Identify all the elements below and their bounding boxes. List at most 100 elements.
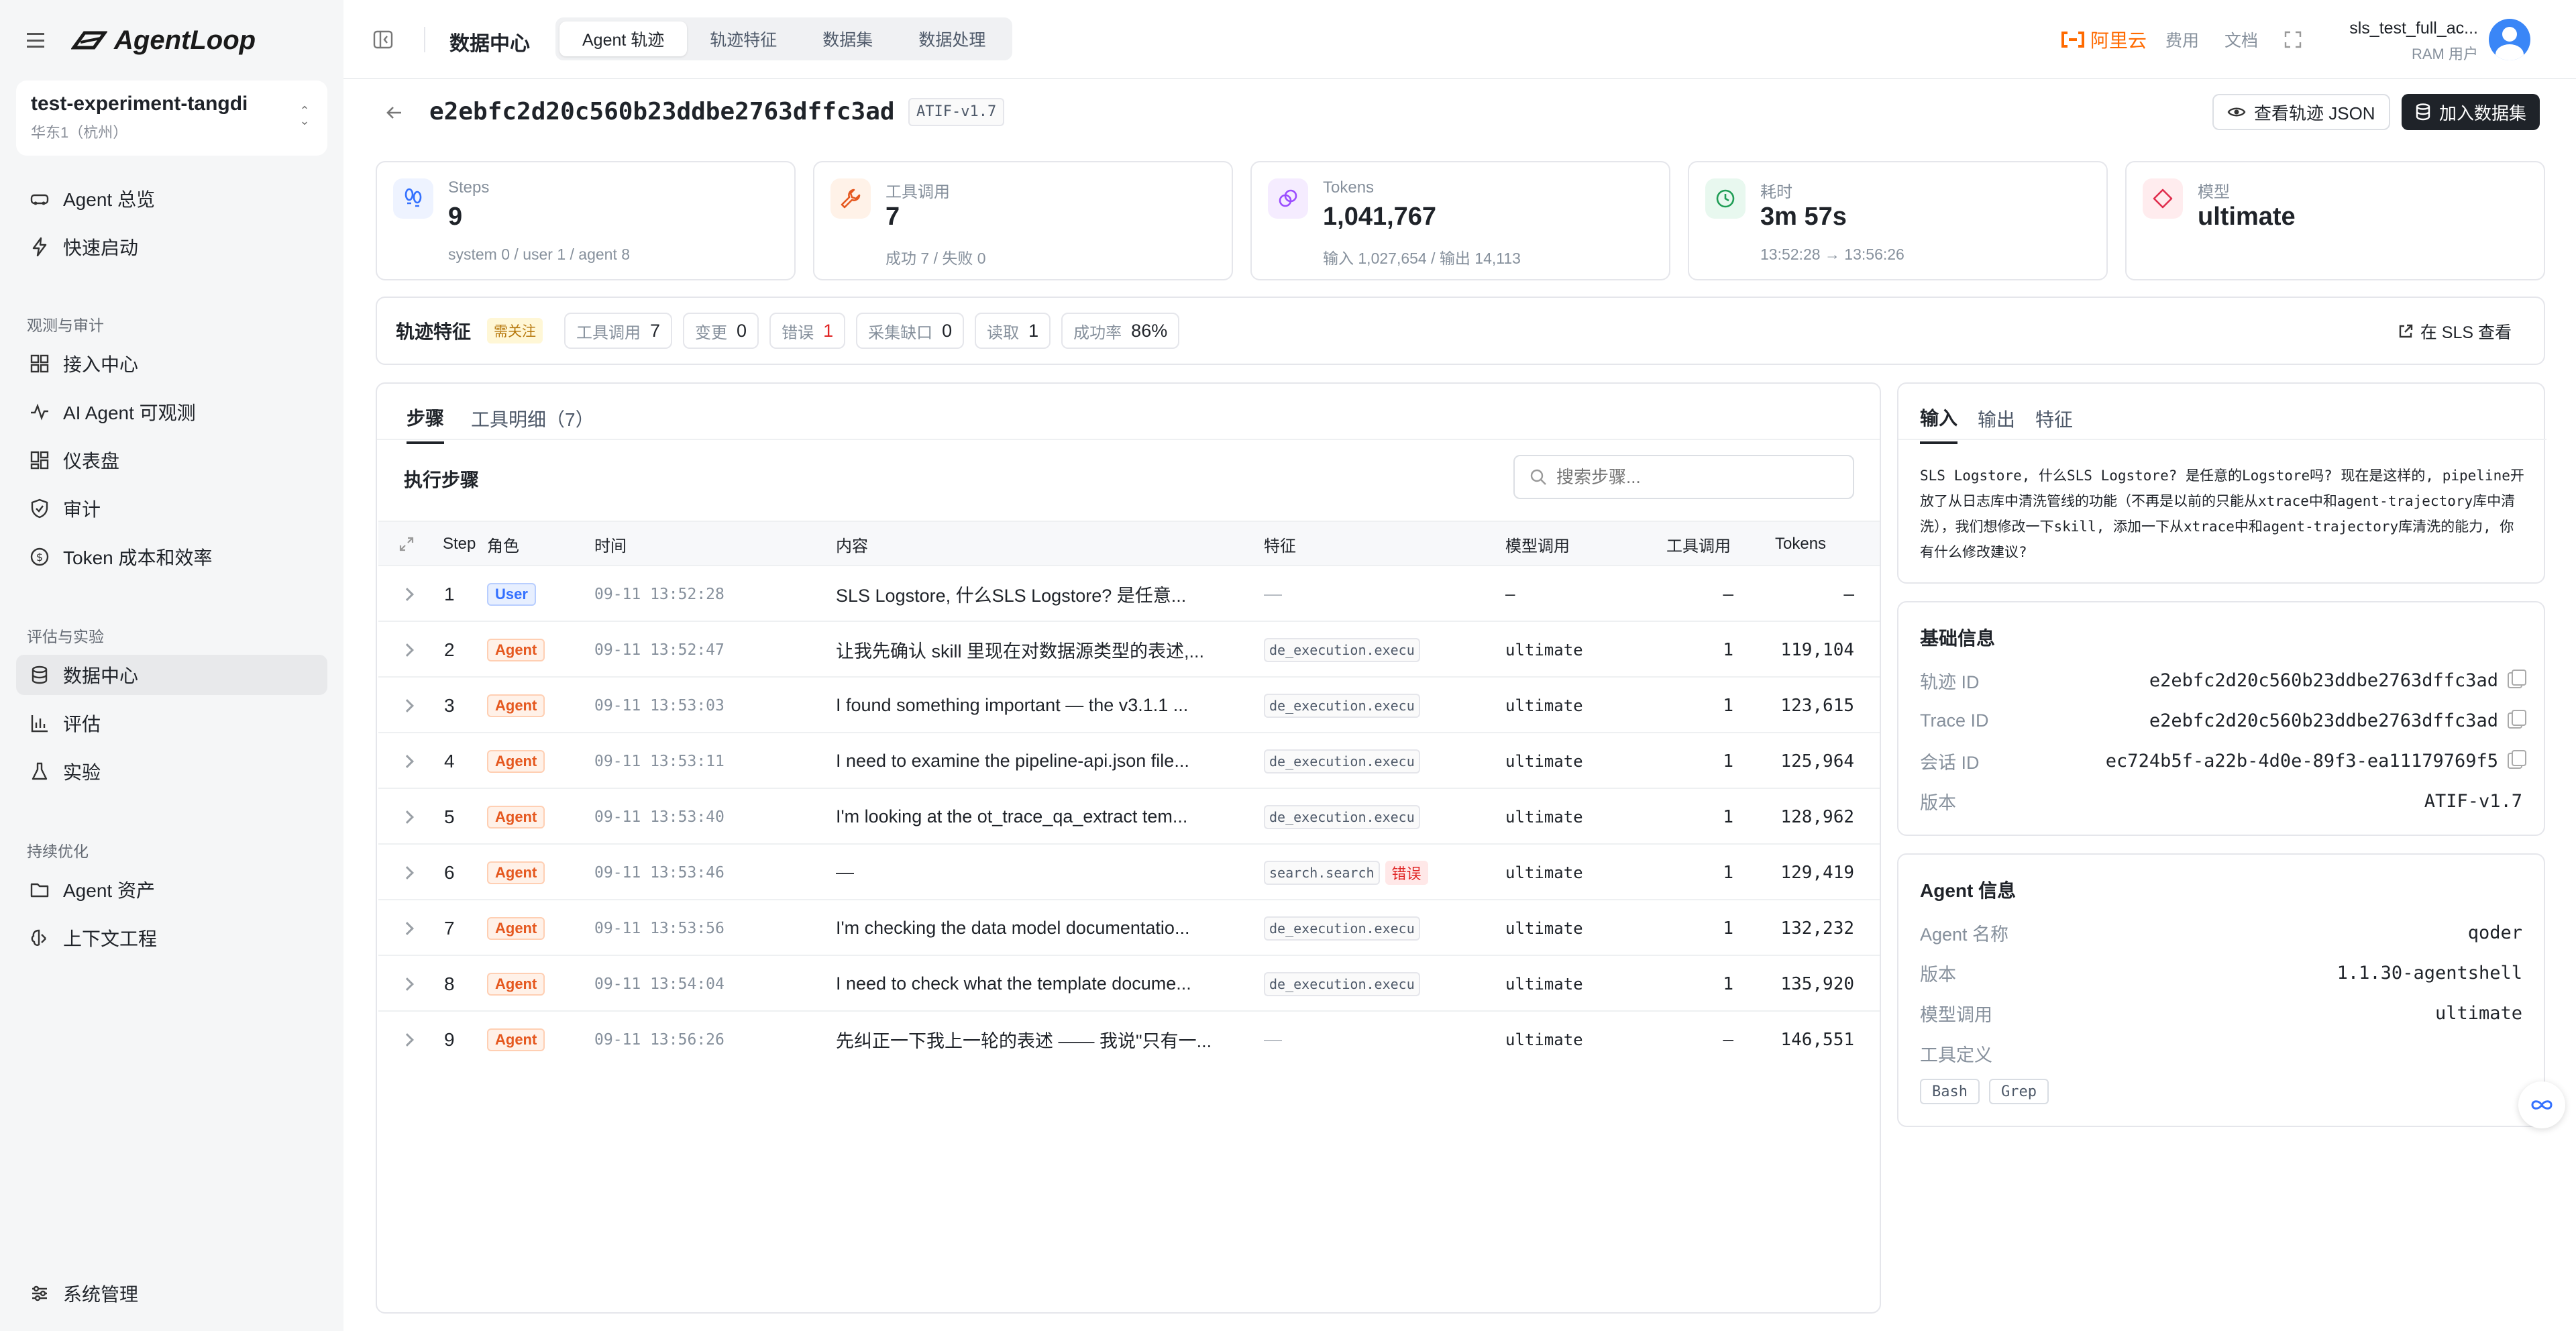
stat-card-model: 模型 ultimate <box>2125 161 2545 280</box>
nav-context-eng[interactable]: 上下文工程 <box>16 918 327 958</box>
table-row[interactable]: 5 Agent 09-11 13:53:40 I'm looking at the o… <box>378 788 1880 843</box>
step-tokens: 146,551 <box>1780 1029 1854 1050</box>
chevron-right-icon[interactable] <box>400 1012 414 1067</box>
error-badge: 错误 <box>1385 860 1428 885</box>
table-row[interactable]: 3 Agent 09-11 13:53:03 I found something im… <box>378 676 1880 732</box>
sidebar-toggle-icon[interactable] <box>373 30 393 50</box>
tab-feature[interactable]: 特征 <box>2035 405 2073 443</box>
cloud-name: 阿里云 <box>2090 30 2147 51</box>
nav-section-observe: 观测与审计 <box>27 317 104 334</box>
table-row[interactable]: 4 Agent 09-11 13:53:11 I need to examine th… <box>378 732 1880 788</box>
tab-input[interactable]: 输入 <box>1920 404 1958 444</box>
assistant-float-button[interactable] <box>2518 1081 2565 1128</box>
nav-quickstart[interactable]: 快速启动 <box>16 227 327 267</box>
role-badge: Agent <box>487 638 545 661</box>
nav-ai-observe[interactable]: AI Agent 可观测 <box>16 392 327 432</box>
nav-dashboard[interactable]: 仪表盘 <box>16 440 327 480</box>
logo-icon <box>71 31 107 50</box>
step-number: 3 <box>444 694 455 716</box>
step-tokens: 125,964 <box>1780 751 1854 771</box>
features-bar: 轨迹特征 需关注 工具调用 7 变更 0 错误 1 采集缺口 0 读取 1 成功率 86% … <box>376 297 2545 365</box>
tab-agent-trace[interactable]: Agent 轨迹 <box>559 21 688 56</box>
step-features: de_execution.execu <box>1264 678 1420 733</box>
cloud-brand[interactable]: 阿里云 <box>2059 0 2147 79</box>
back-arrow-icon[interactable] <box>385 103 404 122</box>
nav-data-center[interactable]: 数据中心 <box>16 655 327 695</box>
copy-icon[interactable] <box>2508 750 2526 769</box>
nav-agent-assets[interactable]: Agent 资产 <box>16 869 327 910</box>
chip-reads: 读取 1 <box>975 313 1051 349</box>
chevron-right-icon[interactable] <box>400 622 414 678</box>
tab-steps[interactable]: 步骤 <box>407 404 445 444</box>
tab-trace-features[interactable]: 轨迹特征 <box>687 21 800 56</box>
project-selector[interactable]: test-experiment-tangdi 华东1（杭州） ⌃ ⌄ <box>16 81 327 156</box>
input-panel: 输入 输出 特征 SLS Logstore, 什么SLS Logstore? 是… <box>1897 382 2546 584</box>
role-badge: Agent <box>487 749 545 773</box>
fee-link[interactable]: 费用 <box>2165 0 2199 79</box>
nav-label: 实验 <box>63 762 101 783</box>
tab-data-processing[interactable]: 数据处理 <box>896 21 1008 56</box>
divider <box>1898 439 2546 440</box>
stat-sub: 成功 7 / 失败 0 <box>885 250 986 267</box>
nav-system[interactable]: 系统管理 <box>16 1273 327 1314</box>
dashboard-icon <box>30 451 49 470</box>
nav-experiment[interactable]: 实验 <box>16 751 327 792</box>
search-input[interactable] <box>1556 466 1838 488</box>
car-icon <box>30 194 49 205</box>
view-json-label: 查看轨迹 JSON <box>2254 103 2375 123</box>
search-steps-box[interactable] <box>1513 455 1854 499</box>
brand: AgentLoop <box>27 21 256 59</box>
agent-info-panel: Agent 信息 Agent 名称 qoder 版本 1.1.30-agentshe… <box>1897 853 2545 1127</box>
bar-chart-icon <box>31 715 48 733</box>
tab-tool-details[interactable]: 工具明细（7） <box>471 405 594 443</box>
table-row[interactable]: 8 Agent 09-11 13:54:04 I need to check what… <box>378 955 1880 1010</box>
chevron-right-icon[interactable] <box>400 678 414 733</box>
docs-link[interactable]: 文档 <box>2224 0 2258 79</box>
table-row[interactable]: 9 Agent 09-11 13:56:26 先纠正一下我上一轮的表述 —— 我说"只… <box>378 1010 1880 1066</box>
step-tokens: 129,419 <box>1780 862 1854 883</box>
chevron-right-icon[interactable] <box>400 789 414 845</box>
table-row[interactable]: 1 User 09-11 13:52:28 SLS Logstore, 什么SLS L… <box>378 565 1880 621</box>
stat-label: Steps <box>448 178 490 197</box>
feature-tag: de_execution.execu <box>1264 804 1420 829</box>
chevron-right-icon[interactable] <box>400 845 414 900</box>
step-tokens: 135,920 <box>1780 973 1854 994</box>
step-time: 09-11 13:53:46 <box>594 863 724 882</box>
chevron-right-icon[interactable] <box>400 733 414 789</box>
divider <box>424 27 425 52</box>
table-row[interactable]: 7 Agent 09-11 13:53:56 I'm checking the dat… <box>378 899 1880 955</box>
tab-dataset[interactable]: 数据集 <box>800 21 896 56</box>
steps-panel: 步骤 工具明细（7） 执行步骤 Step 角色 时间 内容 特征 模型调用 工具… <box>376 382 1881 1314</box>
steps-tabs: 步骤 工具明细（7） <box>407 404 621 444</box>
brand-name: AgentLoop <box>114 25 256 55</box>
nav-token-cost[interactable]: $ Token 成本和效率 <box>16 537 327 577</box>
copy-icon[interactable] <box>2508 670 2526 688</box>
nav-audit[interactable]: 审计 <box>16 488 327 529</box>
feature-tag: de_execution.execu <box>1264 971 1420 996</box>
menu-icon[interactable] <box>27 33 44 48</box>
table-row[interactable]: 6 Agent 09-11 13:53:46 — search.search 错误 ulti… <box>378 843 1880 899</box>
copy-icon[interactable] <box>2508 710 2526 729</box>
add-dataset-button[interactable]: 加入数据集 <box>2402 94 2540 130</box>
stat-value: 3m 57s <box>1760 203 1847 231</box>
table-row[interactable]: 2 Agent 09-11 13:52:47 让我先确认 skill 里现在对数据源类… <box>378 621 1880 676</box>
chevron-right-icon[interactable] <box>400 566 414 622</box>
user-info[interactable]: sls_test_full_ac... RAM 用户 <box>2344 19 2478 64</box>
avatar[interactable] <box>2489 19 2530 60</box>
kv-model-call: 模型调用 ultimate <box>1920 1002 2522 1025</box>
expand-all-icon[interactable] <box>398 522 415 566</box>
fullscreen-button[interactable] <box>2284 0 2302 79</box>
nav-ingest[interactable]: 接入中心 <box>16 343 327 384</box>
nav-eval[interactable]: 评估 <box>16 703 327 743</box>
nav-agent-overview[interactable]: Agent 总览 <box>16 178 327 219</box>
view-in-sls-link[interactable]: 在 SLS 查看 <box>2398 317 2512 346</box>
nav-label: Token 成本和效率 <box>63 547 213 568</box>
step-time: 09-11 13:53:40 <box>594 808 724 826</box>
step-model: – <box>1505 584 1515 604</box>
tab-output[interactable]: 输出 <box>1978 405 2015 443</box>
tool-pill: Grep <box>1988 1079 2049 1104</box>
view-json-button[interactable]: 查看轨迹 JSON <box>2212 94 2390 130</box>
chevron-right-icon[interactable] <box>400 900 414 956</box>
step-tokens: 123,615 <box>1780 695 1854 716</box>
chevron-right-icon[interactable] <box>400 956 414 1012</box>
